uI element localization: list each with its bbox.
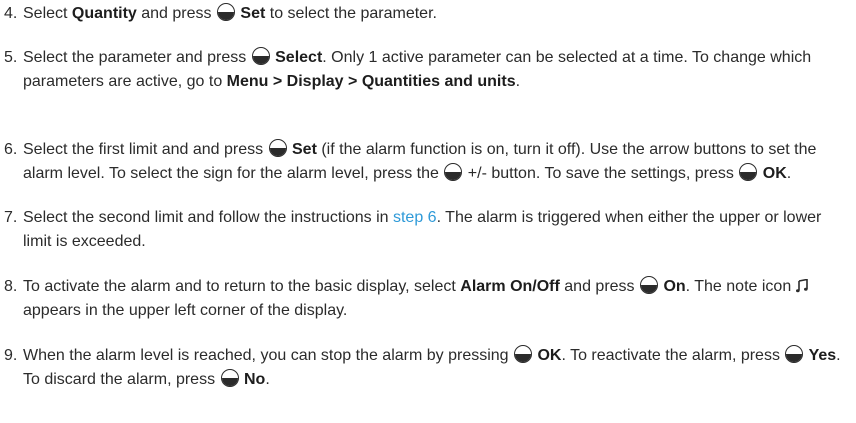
bold-term: Set <box>287 141 317 158</box>
step-text: Select the first limit and and press Set… <box>23 138 846 186</box>
softkey-button-icon <box>268 139 287 157</box>
softkey-button-icon <box>739 163 758 181</box>
bold-term: OK <box>758 165 787 182</box>
softkey-button-icon <box>251 47 270 65</box>
step-text-run: Select the first limit and and press <box>23 141 268 158</box>
step-text-run: Select the parameter and press <box>23 49 251 66</box>
step-text-run: and press <box>136 5 216 22</box>
step-text-run: +/- button. To save the settings, press <box>463 165 739 182</box>
bold-term: On <box>663 278 686 295</box>
step-text-run: to select the parameter. <box>265 5 437 22</box>
step-text-run: To activate the alarm and to return to t… <box>23 278 461 295</box>
softkey-button-icon <box>514 345 533 363</box>
step-text-run: and press <box>559 278 639 295</box>
step-text: Select Quantity and press Set to select … <box>23 2 846 26</box>
step-text: To activate the alarm and to return to t… <box>23 275 846 323</box>
step-number: 6. <box>4 141 18 158</box>
step-text-run: . <box>786 165 792 182</box>
bold-term: No <box>239 371 266 388</box>
step-text-run: When the alarm level is reached, you can… <box>23 347 514 364</box>
step-text-run: appears in the upper left corner of the … <box>23 302 348 319</box>
step-text-run: . To reactivate the alarm, press <box>561 347 785 364</box>
softkey-button-icon <box>220 369 239 387</box>
bold-term: Alarm On/Off <box>460 278 560 295</box>
music-note-icon <box>795 279 808 293</box>
softkey-button-icon <box>785 345 804 363</box>
softkey-button-icon <box>639 276 658 294</box>
step-text-run: Select <box>23 5 72 22</box>
bold-term: Quantity <box>71 5 137 22</box>
bold-term: Set <box>235 5 266 22</box>
step-number: 8. <box>4 278 18 295</box>
bold-term: Select <box>270 49 323 66</box>
step-number: 7. <box>4 209 18 226</box>
step-text-run: . <box>265 371 270 388</box>
step-number: 4. <box>4 5 18 22</box>
step-number: 5. <box>4 49 18 66</box>
bold-term: Menu > Display > Quantities and units <box>226 73 516 90</box>
step-number: 9. <box>4 347 18 364</box>
bold-term: Yes <box>804 347 837 364</box>
step-text: Select the second limit and follow the i… <box>23 206 846 254</box>
step-text-run: . The note icon <box>685 278 796 295</box>
step-text: Select the parameter and press Select. O… <box>23 46 846 94</box>
softkey-button-icon <box>444 163 463 181</box>
step-link[interactable]: step 6 <box>393 209 437 226</box>
bold-term: OK <box>533 347 562 364</box>
step-text-run: . <box>515 73 521 90</box>
step-text: When the alarm level is reached, you can… <box>23 344 846 392</box>
step-text-run: Select the second limit and follow the i… <box>23 209 393 226</box>
softkey-button-icon <box>216 3 235 21</box>
